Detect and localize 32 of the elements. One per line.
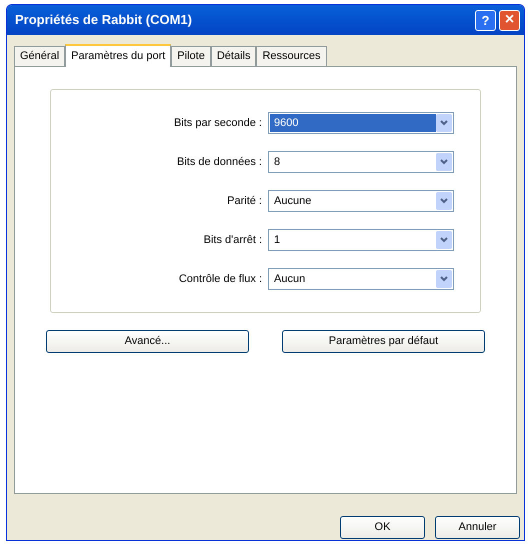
dialog-button[interactable]: Paramètres par défaut — [282, 330, 485, 353]
tab[interactable]: Paramètres du port — [65, 44, 172, 67]
tab[interactable]: Détails — [210, 46, 256, 66]
chevron-down-icon — [436, 270, 452, 288]
chevron-down-icon — [436, 192, 452, 210]
tab[interactable]: Général — [14, 46, 66, 66]
dropdown-value: Aucun — [273, 272, 306, 287]
field-label: Bits de données : — [176, 154, 263, 170]
dropdown-field[interactable]: 1 — [268, 229, 454, 251]
window-title: Propriétés de Rabbit (COM1) — [15, 11, 193, 30]
tab[interactable]: Pilote — [171, 46, 211, 66]
dropdown-value: 8 — [273, 154, 282, 170]
dialog-button[interactable]: Avancé... — [46, 330, 249, 353]
chevron-down-icon — [436, 114, 452, 132]
dropdown-value: 9600 — [270, 114, 436, 132]
chevron-down-icon — [436, 153, 452, 171]
dropdown-field[interactable]: 8 — [268, 151, 454, 173]
close-button[interactable]: × — [499, 10, 520, 30]
dropdown-value: Aucune — [273, 194, 312, 209]
dialog-button[interactable]: Annuler — [435, 516, 520, 539]
dropdown-value: 1 — [273, 232, 282, 248]
dropdown-field[interactable]: Aucun — [268, 268, 454, 290]
field-label: Bits par seconde : — [172, 116, 263, 131]
dropdown-field[interactable]: Aucune — [268, 190, 454, 212]
help-button[interactable]: ? — [475, 10, 496, 30]
tab[interactable]: Ressources — [256, 46, 327, 66]
dropdown-field[interactable]: 9600 — [268, 112, 454, 134]
field-label: Contrôle de flux : — [178, 272, 263, 287]
field-label: Parité : — [226, 194, 263, 209]
field-label: Bits d'arrêt : — [202, 232, 263, 248]
dialog-button[interactable]: OK — [340, 516, 425, 539]
chevron-down-icon — [436, 231, 452, 249]
